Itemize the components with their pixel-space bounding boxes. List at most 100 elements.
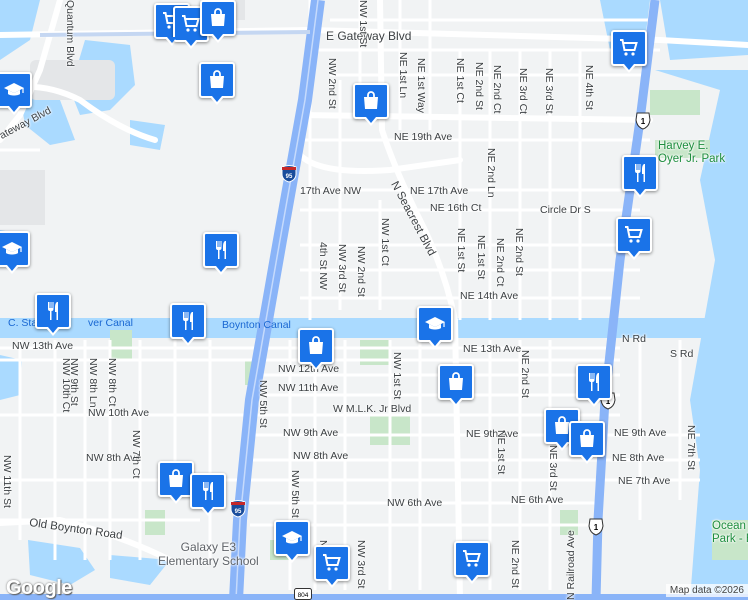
label-ne-1st-ct-top: NE 1st Ct [454,58,466,103]
label-ne-9th-ave-east: NE 9th Ave [614,427,667,439]
svg-text:804: 804 [298,592,309,599]
us-1-shield-bottom: 1 [588,518,604,536]
label-ne-1st-st: NE 1st St [455,228,467,273]
fork-knife-icon [203,482,213,500]
label-ne-2nd-st-low: NE 2nd St [509,540,521,588]
shopping-bag-pin[interactable] [298,328,334,371]
fork-knife-icon [216,241,226,259]
shopping-cart-pin[interactable] [616,217,652,260]
school-pin[interactable] [274,520,310,563]
shopping-bag-icon [169,469,183,487]
shopping-bag-pin[interactable] [569,421,605,464]
label-ne-2nd-ct: NE 2nd Ct [494,238,506,287]
restaurant-pin[interactable] [35,293,71,336]
label-nw-1st-st-top: NW 1st St [357,0,369,48]
label-nw-7th-ct: NW 7th Ct [130,430,142,479]
label-nw-1st-ct: NW 1st Ct [379,218,391,266]
shopping-cart-icon [620,39,638,56]
label-ne-2nd-st-top: NE 2nd St [473,62,485,110]
label-n-railroad-ave: N Railroad Ave [565,530,577,600]
svg-text:1: 1 [594,523,599,532]
restaurant-pin[interactable] [203,232,239,275]
school-pin[interactable] [417,306,453,349]
label-nw-13th-ave: NW 13th Ave [12,340,74,352]
label-ne-3rd-ct: NE 3rd Ct [517,68,529,115]
label-nw-2nd-st-top: NW 2nd St [326,58,338,109]
label-ne-1st-ln: NE 1st Ln [397,52,409,99]
label-quantum-blvd: Quantum Blvd [64,0,76,67]
label-ne-2nd-st: NE 2nd St [513,228,525,276]
google-logo: Google [6,577,72,599]
fork-knife-icon [635,164,645,182]
label-ne-1st-st-b: NE 1st St [475,235,487,280]
label-ne-6th-ave: NE 6th Ave [511,494,564,506]
shopping-cart-pin[interactable] [454,541,490,584]
label-nw-11th-st: NW 11th St [1,455,13,508]
label-ne-2nd-ct-top: NE 2nd Ct [491,65,503,114]
shopping-bag-icon [210,70,224,88]
shopping-cart-pin[interactable] [611,30,647,73]
us-1-shield-top: 1 [635,112,651,130]
label-ne-3rd-st-top: NE 3rd St [543,68,555,114]
label-ocean-park[interactable]: Ocean Park - Bo [712,520,748,545]
graduation-cap-icon [4,83,24,96]
state-road-804-shield: 804 [294,588,312,600]
label-ne-2nd-ln: NE 2nd Ln [485,148,497,198]
label-ne-3rd-st: NE 3rd St [547,445,559,491]
label-canal-west: C. Sta [8,317,38,329]
label-nw-10th-ave: NW 10th Ave [88,407,150,419]
shopping-bag-icon [580,429,594,447]
shopping-bag-pin[interactable] [199,62,235,105]
label-nw-2nd-st: NW 2nd St [355,246,367,297]
label-nw-8th-ave: NW 8th Ave [293,450,349,462]
shopping-cart-pin[interactable] [314,545,350,588]
label-nw-5th-st-b: NW 5th St [289,470,301,518]
label-ne-16th-ct: NE 16th Ct [430,202,482,214]
label-ne-2nd-st-mid: NE 2nd St [519,350,531,398]
label-nw-9th-st: NW 9th St [68,358,80,406]
shopping-bag-pin[interactable] [200,0,236,43]
label-ne-19th-ave: NE 19th Ave [394,131,453,143]
label-n-rd: N Rd [622,333,646,345]
shopping-bag-pin[interactable] [438,364,474,407]
restaurant-pin[interactable] [622,155,658,198]
shopping-bag-icon [309,336,323,354]
label-nw-6th-ave: NW 6th Ave [387,497,443,509]
school-pin[interactable] [0,231,30,274]
label-nw-8th-ln: NW 8th Ln [87,358,99,408]
label-nw-8th-ct: NW 8th Ct [106,358,118,407]
shopping-cart-icon [463,550,481,567]
label-ne-7th-ave: NE 7th Ave [618,475,671,487]
fork-knife-icon [183,312,193,330]
shopping-bag-icon [211,8,225,26]
shopping-cart-icon [323,554,341,571]
label-harvey-oyer-park[interactable]: Harvey E. Oyer Jr. Park [658,140,725,165]
interstate-95-shield-bottom: 95 [230,500,246,518]
interstate-95-shield-top: 95 [281,165,297,183]
label-mlk-blvd: W M.L.K. Jr Blvd [333,403,412,415]
label-ne-1st-way: NE 1st Way [415,58,427,114]
label-nw-1st-st-mid: NW 1st St [391,352,403,400]
svg-text:1: 1 [641,117,646,126]
label-ne-17th-ave: NE 17th Ave [410,185,469,197]
restaurant-pin[interactable] [576,364,612,407]
svg-text:95: 95 [235,509,242,515]
shopping-bag-pin[interactable] [158,461,194,504]
graduation-cap-icon [282,531,302,544]
school-pin[interactable] [0,72,32,115]
label-nw-9th-ave: NW 9th Ave [283,427,339,439]
label-ne-13th-ave: NE 13th Ave [463,343,522,355]
restaurant-pin[interactable] [170,303,206,346]
label-s-rd: S Rd [670,348,694,360]
map-attribution[interactable]: Map data ©2026 [665,584,748,597]
label-ne-9th-ave: NE 9th Ave [466,428,519,440]
shopping-bag-icon [364,91,378,109]
fork-knife-icon [589,373,599,391]
label-galaxy-school[interactable]: Galaxy E3 Elementary School [158,540,259,569]
label-circle-dr-s: Circle Dr S [540,204,591,216]
shopping-bag-pin[interactable] [353,83,389,126]
restaurant-pin[interactable] [190,473,226,516]
label-nw-11th-ave: NW 11th Ave [278,382,339,394]
label-ne-14th-ave: NE 14th Ave [460,290,519,302]
svg-text:95: 95 [286,174,293,180]
